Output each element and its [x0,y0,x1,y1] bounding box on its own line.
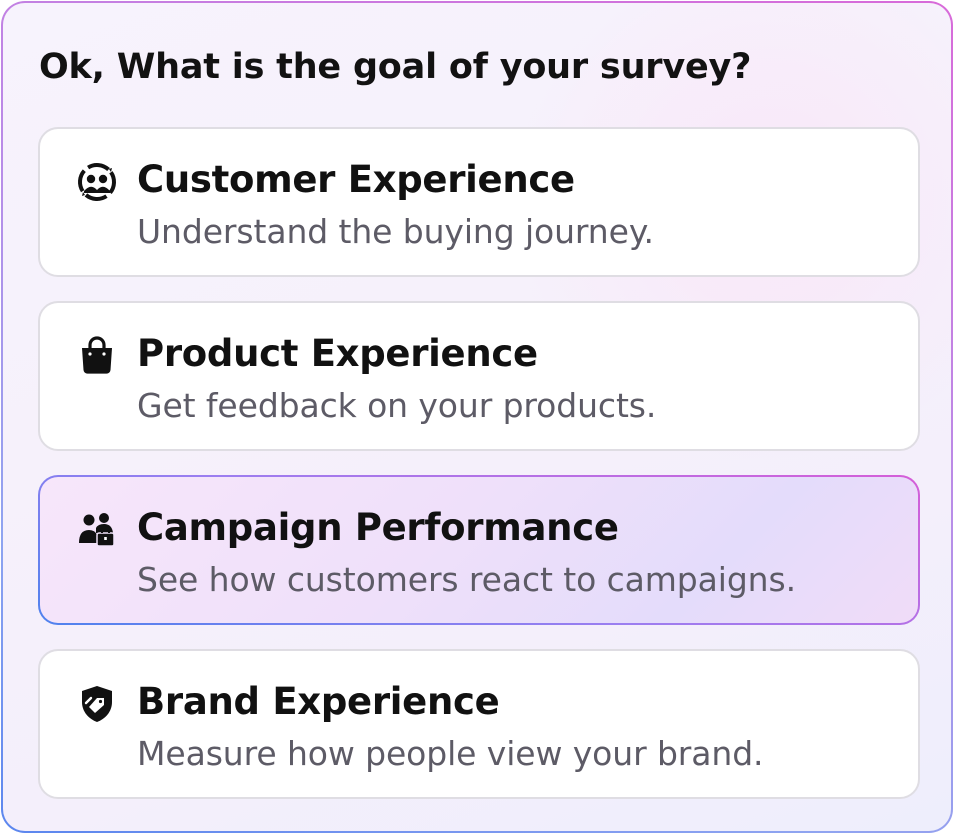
option-description: Get feedback on your products. [137,386,657,425]
survey-question: Ok, What is the goal of your survey? [39,47,752,87]
option-description: Measure how people view your brand. [137,734,764,773]
shopping-bag-icon [76,335,118,377]
option-title: Customer Experience [137,158,575,201]
people-briefcase-icon [76,509,118,551]
option-brand-experience[interactable]: Brand Experience Measure how people view… [38,649,920,799]
option-description: See how customers react to campaigns. [137,560,796,599]
option-description: Understand the buying journey. [137,212,654,251]
option-customer-experience[interactable]: Customer Experience Understand the buyin… [38,127,920,277]
option-title: Campaign Performance [137,506,619,549]
option-campaign-performance[interactable]: Campaign Performance See how customers r… [38,475,920,625]
shield-tag-icon [76,683,118,725]
customer-experience-icon [76,161,118,203]
option-title: Brand Experience [137,680,500,723]
option-product-experience[interactable]: Product Experience Get feedback on your … [38,301,920,451]
survey-goal-panel: Ok, What is the goal of your survey? Cus… [1,1,953,833]
option-title: Product Experience [137,332,538,375]
survey-goal-panel-body: Ok, What is the goal of your survey? Cus… [3,3,951,831]
